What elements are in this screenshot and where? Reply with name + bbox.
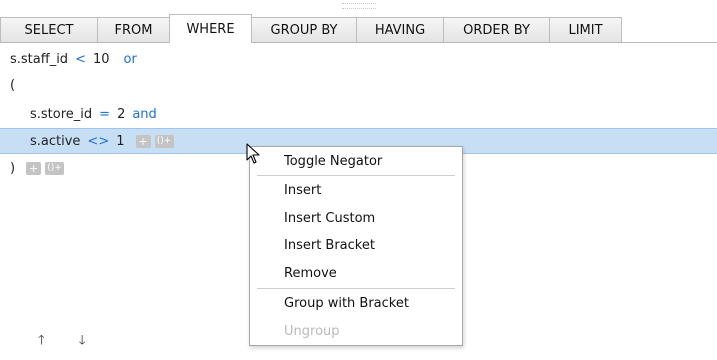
close-paren: ) [10, 160, 16, 176]
tab-having[interactable]: HAVING [356, 17, 444, 42]
add-bracket-button[interactable]: ()+ [154, 134, 174, 148]
open-bracket[interactable]: ( [10, 72, 15, 98]
condition-operator[interactable]: <> [87, 134, 109, 149]
condition-field[interactable]: s.active [30, 134, 80, 149]
clause-tabs: SELECT FROM WHERE GROUP BY HAVING ORDER … [0, 14, 717, 43]
context-menu: Toggle Negator Insert Insert Custom Inse… [249, 146, 463, 346]
condition-operator[interactable]: < [75, 52, 86, 67]
menu-toggle-negator[interactable]: Toggle Negator [284, 149, 382, 173]
move-up-arrow-icon[interactable]: 🡑 [38, 331, 45, 353]
tab-limit[interactable]: LIMIT [549, 17, 622, 42]
condition-store-id[interactable]: s.store_id = 2 and [30, 101, 157, 127]
add-bracket-button[interactable]: ()+ [45, 161, 65, 175]
open-paren: ( [10, 77, 16, 93]
add-condition-button[interactable]: + [135, 134, 151, 148]
menu-group-with-bracket[interactable]: Group with Bracket [284, 291, 409, 315]
menu-insert-bracket[interactable]: Insert Bracket [284, 233, 375, 257]
tab-select[interactable]: SELECT [0, 17, 98, 42]
condition-value[interactable]: 1 [116, 134, 124, 149]
close-bracket[interactable]: ) + ()+ [10, 155, 65, 181]
menu-separator [257, 175, 455, 176]
condition-value[interactable]: 2 [117, 107, 125, 122]
menu-remove[interactable]: Remove [284, 261, 337, 285]
menu-insert-custom[interactable]: Insert Custom [284, 206, 375, 230]
menu-insert[interactable]: Insert [284, 178, 321, 202]
condition-staff-id[interactable]: s.staff_id <10 or [10, 46, 137, 72]
menu-separator [257, 288, 455, 289]
add-condition-button[interactable]: + [26, 161, 42, 175]
tab-where[interactable]: WHERE [169, 14, 252, 43]
menu-ungroup: Ungroup [284, 323, 340, 339]
tab-group-by[interactable]: GROUP BY [251, 17, 357, 42]
mouse-cursor-icon [246, 143, 260, 164]
move-down-arrow-icon[interactable]: 🡓 [79, 331, 86, 353]
tab-from[interactable]: FROM [97, 17, 170, 42]
tab-order-by[interactable]: ORDER BY [443, 17, 550, 42]
conjunction-or[interactable]: or [124, 52, 137, 67]
conjunction-and[interactable]: and [132, 107, 156, 122]
condition-operator[interactable]: = [99, 107, 110, 122]
move-controls: 🡑 🡓 [38, 331, 86, 353]
resize-grip[interactable] [342, 3, 376, 9]
condition-value[interactable]: 10 [93, 52, 110, 67]
condition-field[interactable]: s.staff_id [10, 52, 68, 67]
condition-field[interactable]: s.store_id [30, 107, 92, 122]
